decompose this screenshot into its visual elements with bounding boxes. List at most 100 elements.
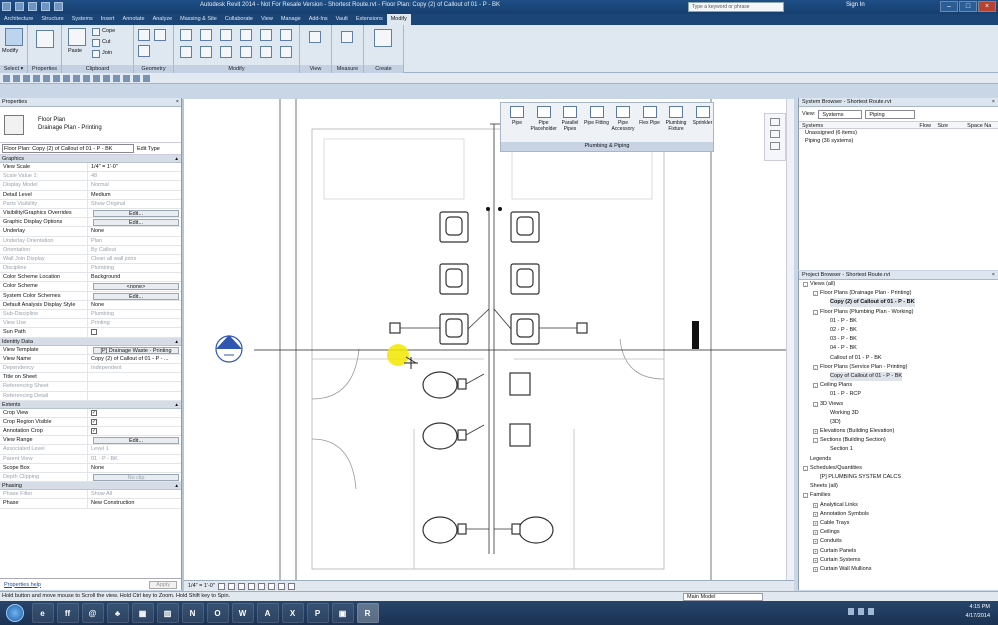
taskbar-app-icon[interactable]: @: [81, 603, 104, 623]
property-checkbox[interactable]: [91, 329, 97, 336]
tree-item[interactable]: Copy of Callout of 01 - P - BK: [799, 371, 998, 381]
instance-selector[interactable]: Floor Plan: Copy (2) of Callout of 01 - …: [2, 144, 134, 153]
tree-item[interactable]: 03 - P - BK: [799, 335, 998, 344]
property-edit-button[interactable]: [P] Drainage Waste - Printing: [93, 346, 179, 354]
property-value[interactable]: [88, 328, 181, 336]
property-value[interactable]: ✓: [88, 427, 181, 435]
expand-icon[interactable]: +: [813, 502, 818, 508]
property-group-header[interactable]: Extents ▴: [0, 400, 181, 409]
maximize-button[interactable]: □: [959, 1, 977, 12]
close-icon[interactable]: ×: [176, 99, 179, 105]
properties-help-link[interactable]: Properties help: [4, 582, 41, 588]
tree-item[interactable]: + Elevations (Building Elevation): [799, 427, 998, 436]
tree-item[interactable]: - Floor Plans (Drainage Plan - Printing): [799, 289, 998, 298]
plumbing-tool-parallel-pipes[interactable]: Parallel Pipes: [557, 106, 583, 132]
redo-icon[interactable]: [54, 2, 63, 11]
tab-structure[interactable]: Structure: [37, 14, 67, 25]
close-windows-icon[interactable]: [133, 74, 140, 82]
geometry-icon[interactable]: [138, 29, 150, 41]
save-icon[interactable]: [13, 74, 20, 82]
tree-item[interactable]: - Schedules/Quantities: [799, 464, 998, 473]
tab-architecture[interactable]: Architecture: [0, 14, 37, 25]
save-icon[interactable]: [28, 2, 37, 11]
tab-analyze[interactable]: Analyze: [149, 14, 177, 25]
move-icon[interactable]: [180, 46, 192, 58]
plumbing-tool-plumbing-fixture[interactable]: Plumbing Fixture: [663, 106, 689, 132]
scale-icon[interactable]: [260, 46, 272, 58]
property-value[interactable]: Edit...: [88, 292, 181, 300]
text-icon[interactable]: [93, 74, 100, 82]
expand-icon[interactable]: +: [813, 520, 818, 526]
taskbar-app-icon[interactable]: ▣: [331, 603, 354, 623]
tab-insert[interactable]: Insert: [97, 14, 119, 25]
detail-level-icon[interactable]: [217, 582, 225, 590]
sun-path-icon[interactable]: [237, 582, 245, 590]
close-icon[interactable]: ×: [992, 272, 995, 278]
tree-item[interactable]: - Views (all): [799, 280, 998, 289]
trim-icon[interactable]: [240, 46, 252, 58]
drawing-canvas[interactable]: Pipe Pipe Placeholder Parallel Pipes Pipe F…: [184, 99, 794, 580]
redo-icon[interactable]: [43, 74, 50, 82]
tab-collaborate[interactable]: Collaborate: [221, 14, 257, 25]
tree-item[interactable]: [P] PLUMBING SYSTEM CALCS: [799, 473, 998, 482]
property-checkbox[interactable]: ✓: [91, 418, 97, 425]
dimension-icon[interactable]: [73, 74, 80, 82]
property-value[interactable]: New Construction: [88, 499, 181, 507]
crop-view-icon[interactable]: [257, 582, 265, 590]
plumbing-tool-sprinkler[interactable]: Sprinkler: [690, 106, 716, 126]
collapse-icon[interactable]: ▴: [175, 401, 178, 408]
tab-systems[interactable]: Systems: [68, 14, 97, 25]
taskbar-app-icon[interactable]: ▥: [156, 603, 179, 623]
clock[interactable]: 4:15 PM 4/17/2014: [966, 603, 990, 621]
network-icon[interactable]: [858, 608, 864, 615]
taskbar-app-icon[interactable]: A: [256, 603, 279, 623]
start-button[interactable]: [0, 602, 30, 624]
collapse-icon[interactable]: -: [813, 291, 818, 297]
collapse-icon[interactable]: -: [813, 383, 818, 389]
expand-icon[interactable]: +: [813, 566, 818, 572]
property-edit-button[interactable]: Edit...: [93, 209, 179, 217]
systems-dropdown[interactable]: Systems: [818, 109, 863, 119]
property-group-header[interactable]: Graphics ▴: [0, 155, 181, 163]
section-marker[interactable]: [215, 335, 243, 363]
undo-icon[interactable]: [33, 74, 40, 82]
reveal-hidden-icon[interactable]: [287, 582, 295, 590]
property-value[interactable]: None: [88, 227, 181, 235]
taskbar-app-icon[interactable]: ♣: [106, 603, 129, 623]
flag-icon[interactable]: [848, 608, 854, 615]
tree-item[interactable]: - Floor Plans (Service Plan - Printing): [799, 363, 998, 372]
measure-icon[interactable]: [63, 74, 70, 82]
tab-manage[interactable]: Manage: [277, 14, 305, 25]
tag-icon[interactable]: [83, 74, 90, 82]
modify-tool-icon[interactable]: [5, 28, 23, 46]
3d-view-icon[interactable]: [103, 74, 110, 82]
apply-button[interactable]: Apply: [149, 580, 177, 589]
expand-icon[interactable]: +: [813, 539, 818, 545]
collapse-icon[interactable]: -: [813, 309, 818, 315]
hide-icon[interactable]: [309, 31, 321, 43]
property-value[interactable]: ✓: [88, 418, 181, 426]
type-selector[interactable]: Floor Plan Drainage Plan - Printing: [0, 107, 181, 143]
measure-icon[interactable]: [341, 31, 353, 43]
select-panel-label[interactable]: Select ▾: [0, 65, 27, 73]
tree-item[interactable]: -3D Views: [799, 399, 998, 408]
collapse-icon[interactable]: ▴: [175, 482, 178, 489]
property-value[interactable]: [P] Drainage Waste - Printing: [88, 346, 181, 354]
shadows-icon[interactable]: [247, 582, 255, 590]
zoom-extents-icon[interactable]: [770, 142, 780, 150]
properties-icon[interactable]: [36, 30, 54, 48]
vertical-scrollbar[interactable]: [786, 99, 794, 580]
offset-icon[interactable]: [200, 29, 212, 41]
property-value[interactable]: Copy (2) of Callout of 01 - P - ...: [88, 355, 181, 363]
property-value[interactable]: [88, 373, 181, 381]
model-selector[interactable]: Main Model: [683, 593, 763, 601]
collapse-icon[interactable]: -: [803, 493, 808, 499]
edit-type-button[interactable]: Edit Type: [137, 146, 160, 152]
tree-item[interactable]: - Ceiling Plans: [799, 381, 998, 390]
tree-item[interactable]: + Conduits: [799, 537, 998, 546]
close-button[interactable]: ×: [978, 1, 996, 12]
undo-icon[interactable]: [41, 2, 50, 11]
paste-icon[interactable]: [68, 28, 86, 46]
col-systems[interactable]: Systems: [799, 122, 916, 129]
tree-item[interactable]: + Curtain Systems: [799, 556, 998, 565]
